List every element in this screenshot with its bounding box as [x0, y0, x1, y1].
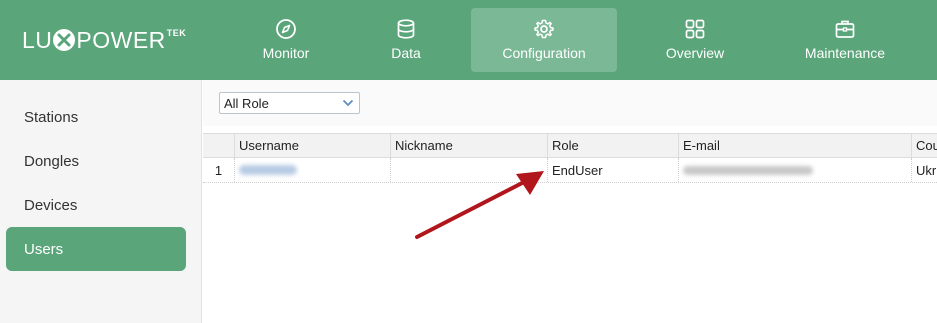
top-nav-bar: LU POWER TEK Monitor Data Configuration …	[0, 0, 937, 80]
compass-icon	[275, 18, 297, 40]
luxpower-logo[interactable]: LU POWER TEK	[22, 26, 186, 54]
role-filter-value: All Role	[224, 95, 269, 111]
sidebar: Stations Dongles Devices Users	[0, 80, 202, 323]
toolbox-icon	[834, 18, 856, 40]
role-cell: EndUser	[548, 158, 679, 182]
sidebar-item-devices[interactable]: Devices	[6, 183, 186, 227]
nav-maintenance[interactable]: Maintenance	[794, 8, 896, 72]
logo-superscript: TEK	[166, 28, 187, 38]
sidebar-item-stations[interactable]: Stations	[6, 95, 186, 139]
database-icon	[395, 18, 417, 40]
sidebar-item-label: Dongles	[24, 152, 80, 170]
username-cell[interactable]	[235, 158, 391, 182]
column-header-username[interactable]: Username	[235, 134, 391, 157]
logo-text-right: POWER	[76, 26, 166, 53]
nav-data[interactable]: Data	[370, 8, 442, 72]
logo-x-icon	[53, 29, 76, 51]
sidebar-item-label: Stations	[24, 108, 79, 126]
country-cell: Ukr	[912, 158, 937, 182]
nav-monitor[interactable]: Monitor	[240, 8, 332, 72]
sidebar-item-label: Devices	[24, 196, 78, 214]
users-table: Username Nickname Role E-mail Cou 1 EndU…	[203, 133, 937, 183]
row-index: 1	[203, 158, 235, 182]
filter-toolbar: All Role	[203, 80, 937, 126]
nav-overview[interactable]: Overview	[650, 8, 740, 72]
nav-configuration-label: Configuration	[502, 45, 586, 61]
table-row[interactable]: 1 EndUser Ukr	[203, 158, 937, 183]
role-filter-select[interactable]: All Role	[219, 92, 360, 114]
grid-icon	[684, 18, 706, 40]
annotation-arrow-icon	[415, 171, 544, 239]
redacted-username[interactable]	[239, 165, 297, 175]
sidebar-item-dongles[interactable]: Dongles	[6, 139, 186, 183]
column-header-nickname[interactable]: Nickname	[391, 134, 548, 157]
email-cell	[679, 158, 912, 182]
nav-monitor-label: Monitor	[262, 45, 310, 61]
main-content: All Role Username Nickname Role E-mail C…	[203, 80, 937, 323]
nav-maintenance-label: Maintenance	[804, 45, 886, 61]
logo-text-left: LU	[22, 26, 53, 53]
column-header-role[interactable]: Role	[548, 134, 679, 157]
chevron-down-icon	[341, 96, 355, 110]
column-header-email[interactable]: E-mail	[679, 134, 912, 157]
nav-overview-label: Overview	[665, 45, 725, 61]
sidebar-item-users[interactable]: Users	[6, 227, 186, 271]
gear-icon	[533, 18, 555, 40]
nav-configuration[interactable]: Configuration	[471, 8, 617, 72]
table-header: Username Nickname Role E-mail Cou	[203, 133, 937, 158]
column-header-index	[203, 134, 235, 157]
sidebar-item-label: Users	[24, 240, 64, 258]
redacted-email	[683, 165, 813, 175]
nav-data-label: Data	[391, 45, 421, 61]
column-header-country[interactable]: Cou	[912, 134, 937, 157]
